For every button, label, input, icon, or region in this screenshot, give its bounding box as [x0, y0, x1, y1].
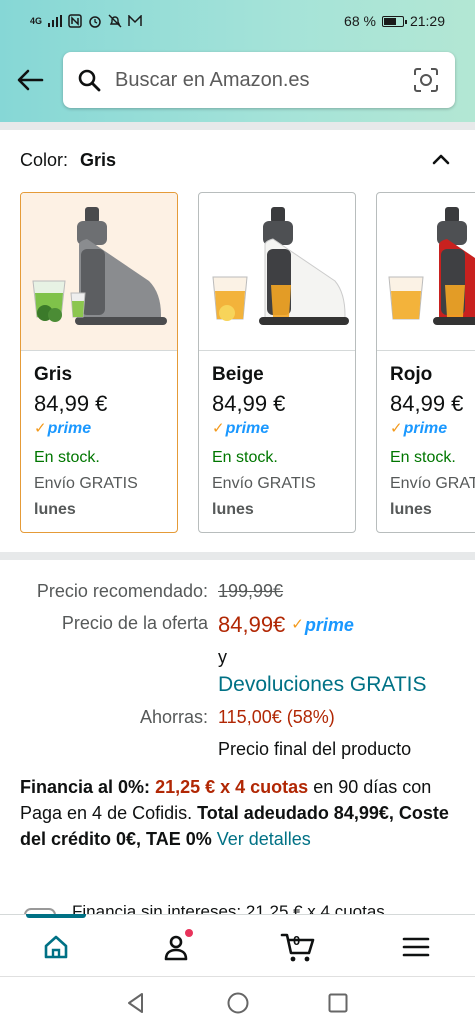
- search-input[interactable]: Buscar en Amazon.es: [115, 69, 413, 92]
- battery-percent: 68 %: [344, 13, 376, 29]
- system-navigation: [0, 976, 475, 1029]
- product-image: [199, 193, 355, 351]
- variant-card-rojo[interactable]: Rojo 84,99 € ✓prime En stock. Envío GRAT…: [376, 192, 475, 533]
- system-back-icon[interactable]: [124, 991, 148, 1015]
- shipping-info: Envío GRATIS: [34, 475, 138, 492]
- mute-icon: [108, 14, 122, 28]
- variant-card-beige[interactable]: Beige 84,99 € ✓ prime En stock. Envío GRA…: [198, 192, 356, 533]
- and-text: y: [218, 647, 227, 667]
- back-arrow-icon: [17, 69, 44, 91]
- prime-badge: ✓ prime: [390, 420, 448, 437]
- financing-title: Financia al 0%:: [20, 777, 151, 797]
- financing-option-peek[interactable]: Financia sin intereses: 21,25 € x 4 cuot…: [24, 898, 464, 914]
- alarm-icon: [89, 16, 101, 28]
- notification-dot: [185, 929, 193, 937]
- prime-badge: ✓ prime: [291, 615, 354, 635]
- color-variant-carousel[interactable]: Gris 84,99 € ✓ prime En stock. Envío GRAT…: [20, 192, 475, 534]
- savings-amount: 115,00€ (58%): [218, 707, 335, 727]
- search-icon: [78, 69, 101, 92]
- list-price-label: Precio recomendado:: [36, 581, 208, 601]
- deal-price: 84,99€: [218, 612, 286, 637]
- variant-name: Rojo: [390, 364, 433, 385]
- variant-price: 84,99 €: [212, 391, 286, 416]
- financing-option-text: Financia sin intereses: 21,25 € x 4 cuot…: [72, 902, 385, 914]
- back-button[interactable]: [12, 62, 48, 98]
- final-price-note: Precio final del producto: [218, 739, 412, 759]
- bottom-navigation: 0: [0, 914, 475, 976]
- product-image: [21, 193, 177, 351]
- variant-price: 84,99 €: [390, 391, 464, 416]
- stock-status: En stock.: [390, 449, 456, 466]
- chevron-up-icon[interactable]: [430, 148, 452, 170]
- prime-check-icon: ✓: [390, 420, 403, 437]
- cart-count: 0: [293, 933, 301, 948]
- product-image: [377, 193, 475, 351]
- nav-account[interactable]: [158, 929, 194, 965]
- delivery-day: lunes: [390, 501, 432, 518]
- prime-badge: ✓ prime: [34, 420, 92, 437]
- home-icon: [44, 935, 68, 959]
- prime-check-icon: ✓: [212, 420, 225, 437]
- variant-name: Gris: [34, 364, 73, 385]
- battery-icon: [381, 15, 407, 27]
- user-icon: [164, 935, 188, 961]
- camera-search-icon[interactable]: [413, 67, 439, 93]
- network-type: 4G: [30, 15, 43, 26]
- deal-price-label: Precio de la oferta: [61, 613, 208, 633]
- status-icons-left: 4G: [30, 14, 142, 28]
- prime-check-icon: ✓: [291, 616, 304, 633]
- signal-icon: [48, 15, 63, 27]
- financing-info: Financia al 0%: 21,25 € x 4 cuotas en 90…: [20, 774, 460, 852]
- delivery-day: lunes: [212, 501, 254, 518]
- delivery-day: lunes: [34, 501, 76, 518]
- section-divider: [0, 122, 475, 130]
- clock: 21:29: [409, 13, 445, 29]
- see-details-link[interactable]: Ver detalles: [217, 829, 311, 849]
- deal-price-row: 84,99€ ✓ prime: [218, 610, 354, 640]
- shipping-info: Envío GRATIS: [212, 475, 316, 492]
- hamburger-menu-icon: [402, 937, 430, 957]
- installment-amount: 21,25 € x 4 cuotas: [155, 777, 309, 797]
- variant-price: 84,99 €: [34, 391, 108, 416]
- savings-label: Ahorras:: [139, 707, 208, 727]
- status-bar: 4G 68 % 21:29: [0, 0, 475, 42]
- prime-check-icon: ✓: [34, 420, 47, 437]
- search-header: Buscar en Amazon.es: [0, 42, 475, 122]
- shipping-info: Envío GRATIS: [390, 475, 475, 492]
- mail-icon: [128, 15, 142, 26]
- system-recents-icon[interactable]: [326, 991, 350, 1015]
- status-icons-right: 68 % 21:29: [344, 13, 445, 29]
- stock-status: En stock.: [34, 449, 100, 466]
- search-bar[interactable]: Buscar en Amazon.es: [63, 52, 455, 108]
- nav-home[interactable]: [38, 929, 74, 965]
- nav-menu[interactable]: [398, 929, 434, 965]
- nav-cart[interactable]: 0: [278, 929, 318, 965]
- free-returns-link[interactable]: Devoluciones GRATIS: [218, 672, 427, 698]
- nfc-icon: [68, 14, 82, 28]
- active-tab-indicator: [26, 914, 86, 918]
- system-home-icon[interactable]: [226, 991, 250, 1015]
- selected-color: Gris: [80, 149, 117, 170]
- color-label: Color:: [20, 149, 69, 170]
- section-divider: [0, 552, 475, 560]
- stock-status: En stock.: [212, 449, 278, 466]
- color-selector-header[interactable]: Color: Gris: [20, 148, 460, 172]
- list-price: 199,99€: [218, 581, 284, 601]
- variant-name: Beige: [212, 364, 264, 385]
- variant-card-gris[interactable]: Gris 84,99 € ✓ prime En stock. Envío GRAT…: [20, 192, 178, 533]
- prime-badge: ✓ prime: [212, 420, 270, 437]
